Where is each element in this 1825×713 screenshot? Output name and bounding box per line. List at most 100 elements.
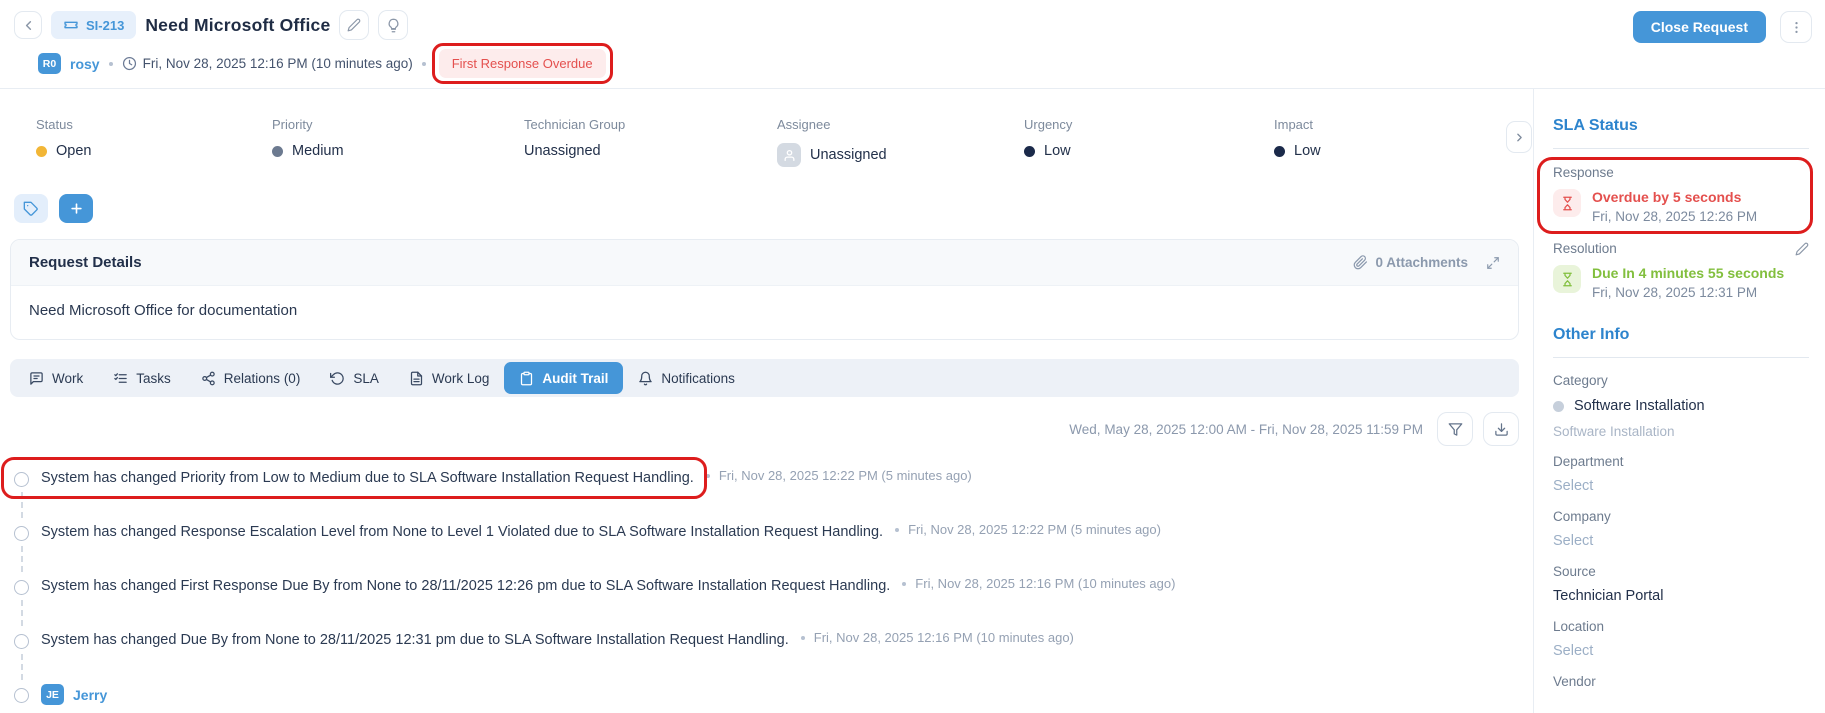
tab-audit-trail[interactable]: Audit Trail bbox=[504, 362, 624, 394]
resolution-sla-time: Fri, Nov 28, 2025 12:31 PM bbox=[1592, 285, 1758, 300]
category-label: Category bbox=[1553, 373, 1608, 388]
location-label: Location bbox=[1553, 619, 1605, 634]
company-select[interactable]: Select bbox=[1553, 533, 1809, 549]
dot-separator bbox=[108, 61, 113, 66]
impact-value[interactable]: Low bbox=[1274, 143, 1533, 159]
audit-entry-time: Fri, Nov 28, 2025 12:22 PM (5 minutes ag… bbox=[908, 522, 1161, 537]
clipboard-icon bbox=[519, 371, 534, 386]
annotated-response-sla: Response Overdue by 5 seconds Fri, Nov 2… bbox=[1537, 157, 1813, 234]
back-button[interactable] bbox=[14, 11, 42, 39]
audit-date-range: Wed, May 28, 2025 12:00 AM - Fri, Nov 28… bbox=[1069, 421, 1423, 437]
tab-work[interactable]: Work bbox=[14, 362, 98, 394]
document-icon bbox=[409, 371, 424, 386]
sidebar-collapse-button[interactable] bbox=[1506, 121, 1532, 153]
tab-tasks[interactable]: Tasks bbox=[98, 362, 186, 394]
assignee-value[interactable]: Unassigned bbox=[777, 143, 1024, 167]
more-actions-button[interactable] bbox=[1780, 11, 1812, 43]
status-dot bbox=[36, 145, 47, 157]
status-value[interactable]: Open bbox=[36, 143, 272, 159]
tab-work-log[interactable]: Work Log bbox=[394, 362, 505, 394]
priority-value[interactable]: Medium bbox=[272, 143, 524, 159]
timeline-connector bbox=[21, 546, 23, 572]
department-label: Department bbox=[1553, 454, 1624, 469]
tag-icon bbox=[23, 201, 39, 217]
vendor-label: Vendor bbox=[1553, 674, 1596, 689]
ticket-id-badge[interactable]: SI-213 bbox=[51, 11, 137, 39]
field-label: Technician Group bbox=[524, 117, 626, 132]
tab-sla[interactable]: SLA bbox=[315, 362, 394, 394]
resolution-label: Resolution bbox=[1553, 241, 1617, 256]
field-summary-row: Status Open Priority Medium Technician G… bbox=[36, 117, 1533, 167]
tab-notifications[interactable]: Notifications bbox=[623, 362, 750, 394]
timeline-connector bbox=[21, 492, 23, 518]
relations-icon bbox=[201, 371, 216, 386]
attachments-button[interactable]: 0 Attachments bbox=[1353, 255, 1468, 270]
field-technician-group: Technician Group Unassigned bbox=[524, 117, 777, 167]
tags-button[interactable] bbox=[14, 194, 48, 223]
funnel-icon bbox=[1448, 422, 1463, 437]
field-label: Assignee bbox=[777, 117, 831, 132]
user-name-link[interactable]: Jerry bbox=[73, 687, 107, 703]
audit-entry-time: Fri, Nov 28, 2025 12:22 PM (5 minutes ag… bbox=[718, 468, 972, 483]
other-info-heading: Other Info bbox=[1553, 326, 1630, 343]
timeline-connector bbox=[21, 654, 23, 680]
category-value[interactable]: Software Installation bbox=[1553, 398, 1809, 414]
urgency-dot bbox=[1024, 145, 1035, 157]
request-detail-page: SI-213 Need Microsoft Office Close Reque… bbox=[0, 0, 1825, 713]
tag-toolbar bbox=[14, 194, 1533, 223]
close-request-button[interactable]: Close Request bbox=[1632, 11, 1766, 43]
bell-icon bbox=[638, 371, 653, 386]
source-value: Technician Portal bbox=[1553, 588, 1664, 604]
tab-bar: Work Tasks Relations (0) SLA Work Log Au… bbox=[10, 359, 1519, 397]
audit-trail-list: System has changed Priority from Low to … bbox=[1, 457, 1519, 713]
header: SI-213 Need Microsoft Office Close Reque… bbox=[0, 0, 1825, 89]
audit-entry: JE Jerry has created Request with ID as … bbox=[14, 684, 1519, 713]
impact-dot bbox=[1274, 145, 1285, 157]
category-dot bbox=[1553, 400, 1564, 412]
requester-name-link[interactable]: rosy bbox=[70, 56, 100, 72]
audit-entry: System has changed Response Escalation L… bbox=[14, 522, 1519, 572]
checklist-icon bbox=[113, 371, 128, 386]
edit-sla-icon[interactable] bbox=[1795, 242, 1809, 256]
department-select[interactable]: Select bbox=[1553, 478, 1809, 494]
field-status: Status Open bbox=[36, 117, 272, 167]
pencil-icon bbox=[347, 18, 361, 32]
source-label: Source bbox=[1553, 564, 1596, 579]
field-assignee: Assignee Unassigned bbox=[777, 117, 1024, 167]
user-avatar-icon bbox=[777, 143, 801, 167]
ticket-id: SI-213 bbox=[86, 17, 125, 33]
requester-avatar[interactable]: R0 bbox=[38, 53, 61, 74]
timeline-connector bbox=[21, 600, 23, 626]
divider bbox=[1553, 357, 1809, 358]
expand-icon[interactable] bbox=[1486, 256, 1500, 270]
tab-relations[interactable]: Relations (0) bbox=[186, 362, 316, 394]
field-label: Priority bbox=[272, 117, 313, 132]
divider bbox=[1553, 148, 1809, 149]
dot-separator bbox=[421, 61, 426, 66]
field-label: Impact bbox=[1274, 117, 1314, 132]
user-avatar: JE bbox=[41, 684, 64, 705]
technician-group-value[interactable]: Unassigned bbox=[524, 143, 777, 159]
plus-icon bbox=[69, 201, 84, 216]
edit-title-button[interactable] bbox=[339, 10, 370, 40]
resolution-sla-status: Due In 4 minutes 55 seconds bbox=[1592, 265, 1785, 281]
timeline-bullet bbox=[14, 579, 29, 595]
chevron-left-icon bbox=[21, 18, 36, 33]
timeline-bullet bbox=[14, 471, 29, 487]
request-details-header: Request Details 0 Attachments bbox=[11, 240, 1518, 286]
field-label: Status bbox=[36, 117, 73, 132]
filter-button[interactable] bbox=[1437, 412, 1473, 446]
location-select[interactable]: Select bbox=[1553, 643, 1809, 659]
add-tag-button[interactable] bbox=[59, 194, 93, 223]
page-title: Need Microsoft Office bbox=[145, 14, 331, 35]
timeline-bullet bbox=[14, 525, 29, 541]
kebab-icon bbox=[1789, 20, 1804, 35]
audit-entry-time: Fri, Nov 28, 2025 12:16 PM (10 minutes a… bbox=[915, 576, 1176, 591]
dot-separator bbox=[895, 527, 900, 532]
urgency-value[interactable]: Low bbox=[1024, 143, 1274, 159]
suggestion-button[interactable] bbox=[378, 10, 409, 40]
hourglass-icon bbox=[1553, 189, 1581, 217]
field-urgency: Urgency Low bbox=[1024, 117, 1274, 167]
created-at: Fri, Nov 28, 2025 12:16 PM (10 minutes a… bbox=[122, 56, 413, 71]
download-button[interactable] bbox=[1483, 412, 1519, 446]
